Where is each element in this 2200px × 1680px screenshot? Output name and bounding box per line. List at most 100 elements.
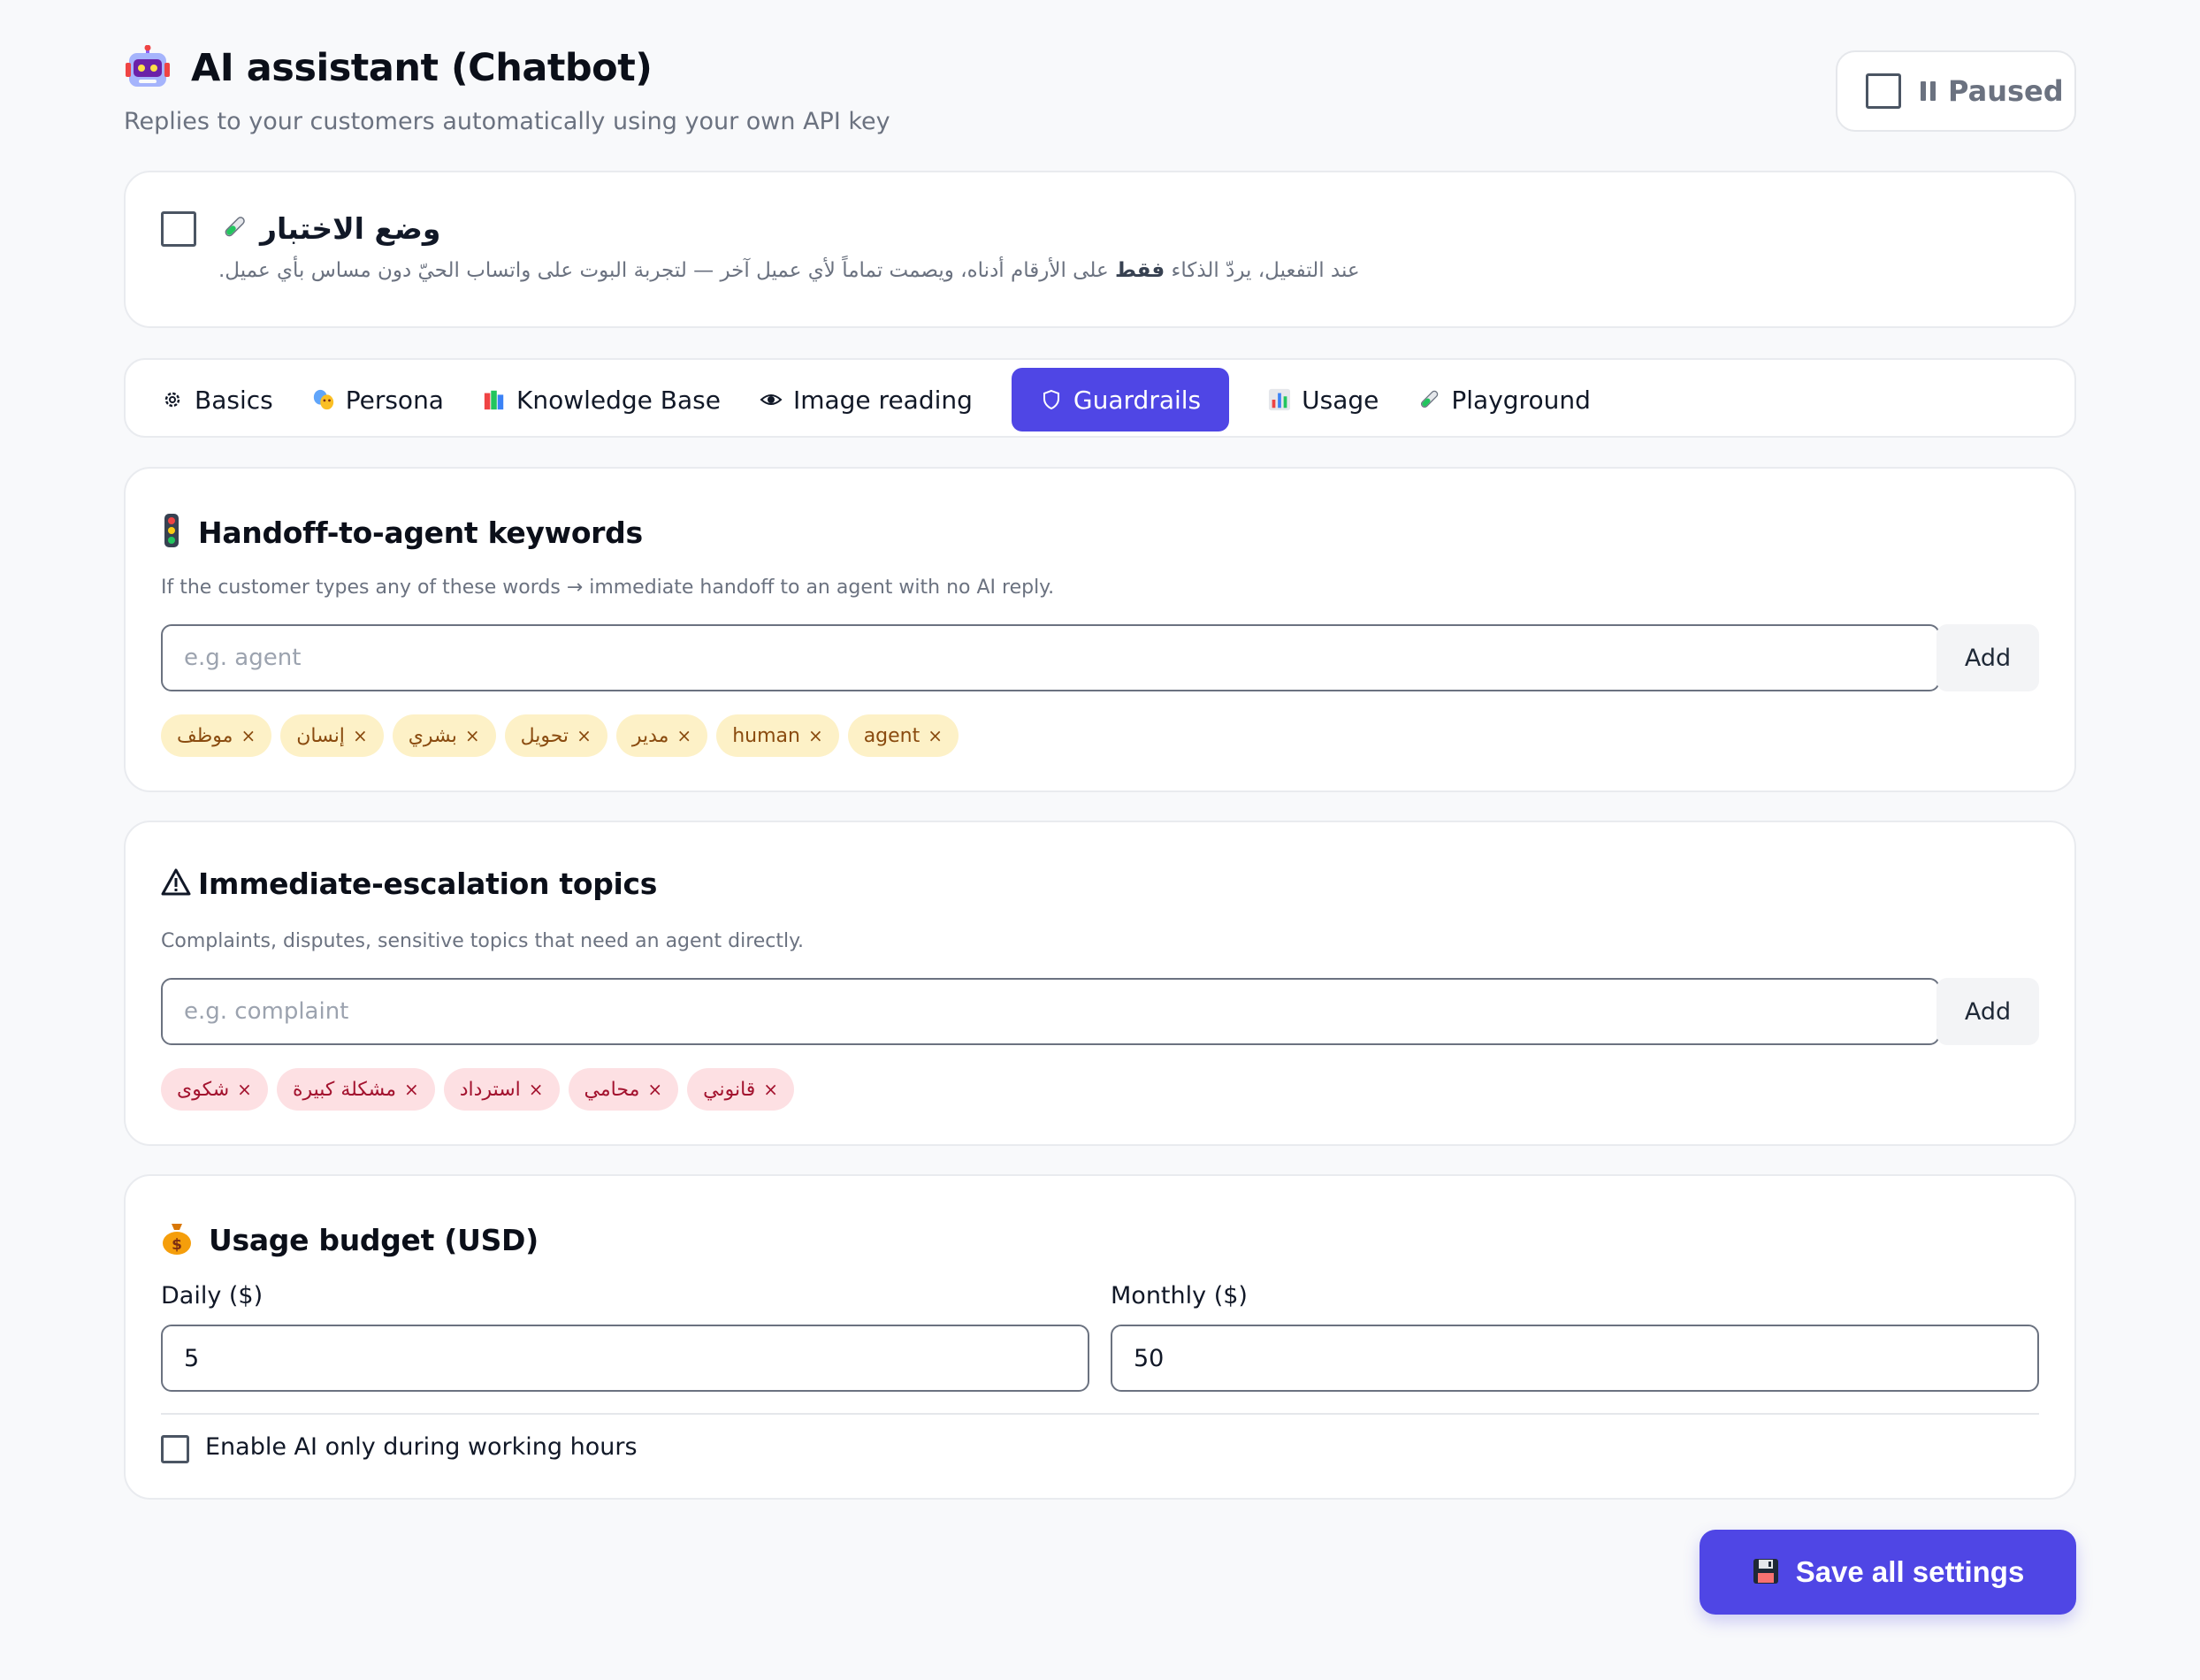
remove-chip-icon[interactable]: × <box>676 725 691 746</box>
tab-basics[interactable]: Basics <box>161 368 293 431</box>
add-handoff-keyword-button[interactable]: Add <box>1936 624 2039 691</box>
svg-text:$: $ <box>172 1236 182 1254</box>
chatbot-settings-page: AI assistant (Chatbot) Replies to your c… <box>124 0 2076 1615</box>
working-hours-label: Enable AI only during working hours <box>205 1433 638 1461</box>
chip-label: بشري <box>408 724 457 747</box>
tab-usage[interactable]: Usage <box>1249 368 1398 431</box>
test-mode-checkbox[interactable] <box>161 211 196 247</box>
tab-list: Basics Persona Knowledge Base Image read… <box>161 368 1610 431</box>
handoff-keywords-card: Handoff-to-agent keywords If the custome… <box>124 467 2076 792</box>
eye-icon <box>760 388 783 411</box>
title-row: AI assistant (Chatbot) <box>124 44 653 92</box>
robot-icon <box>124 44 172 92</box>
keyword-chip: موظف × <box>161 714 272 757</box>
handoff-keyword-chips: موظف × إنسان × بشري × تحويل × مدير × human × a… <box>161 714 959 757</box>
page-subtitle: Replies to your customers automatically … <box>124 108 890 135</box>
daily-budget-input[interactable] <box>161 1325 1089 1392</box>
traffic-light-icon <box>161 513 182 552</box>
remove-chip-icon[interactable]: × <box>404 1079 419 1100</box>
chip-label: إنسان <box>296 724 345 747</box>
save-label: Save all settings <box>1795 1555 2025 1588</box>
test-mode-title-row: وضع الاختبار <box>221 211 440 246</box>
desc-part-1: عند التفعيل، يردّ الذكاء <box>1165 259 1360 282</box>
chip-label: agent <box>863 724 920 747</box>
theater-masks-icon <box>312 388 335 411</box>
pause-icon <box>1921 81 1936 101</box>
chip-label: تحويل <box>520 724 569 747</box>
escalation-topic-chips: شكوى × مشكلة كبيرة × استرداد × محامي × قانون… <box>161 1068 795 1111</box>
tab-persona[interactable]: Persona <box>293 368 463 431</box>
remove-chip-icon[interactable]: × <box>465 725 480 746</box>
tab-label: Guardrails <box>1073 385 1202 415</box>
tab-label: Image reading <box>792 385 973 415</box>
remove-chip-icon[interactable]: × <box>808 725 823 746</box>
topic-chip: استرداد × <box>443 1068 560 1111</box>
desc-part-2: على الأرقام أدناه، ويصمت تماماً لأي عميل… <box>218 259 1115 282</box>
tab-playground[interactable]: Playground <box>1398 368 1609 431</box>
budget-title: Usage budget (USD) <box>209 1222 539 1257</box>
chip-label: محامي <box>584 1078 640 1101</box>
escalation-title-row: Immediate-escalation topics <box>161 867 657 901</box>
keyword-chip: بشري × <box>392 714 496 757</box>
chip-label: مدير <box>631 724 669 747</box>
topic-chip: محامي × <box>568 1068 679 1111</box>
keyword-chip: إنسان × <box>280 714 384 757</box>
tab-label: Knowledge Base <box>516 385 721 415</box>
tab-knowledge-base[interactable]: Knowledge Base <box>463 368 740 431</box>
floppy-disk-icon <box>1752 1557 1780 1588</box>
remove-chip-icon[interactable]: × <box>647 1079 662 1100</box>
chip-label: شكوى <box>177 1078 230 1101</box>
remove-chip-icon[interactable]: × <box>237 1079 252 1100</box>
topic-chip: شكوى × <box>161 1068 268 1111</box>
handoff-title: Handoff-to-agent keywords <box>198 515 643 550</box>
gear-icon <box>161 388 184 411</box>
handoff-keyword-input[interactable] <box>161 624 1940 691</box>
escalation-title: Immediate-escalation topics <box>198 867 658 901</box>
chip-label: قانوني <box>703 1078 756 1101</box>
test-mode-description: عند التفعيل، يردّ الذكاء فقط على الأرقام… <box>218 259 1360 282</box>
tab-guardrails[interactable]: Guardrails <box>1011 368 1230 431</box>
bar-chart-icon <box>1268 388 1291 411</box>
keyword-chip: agent × <box>847 714 959 757</box>
pause-toggle[interactable]: Paused <box>1836 50 2076 132</box>
usage-budget-card: $ Usage budget (USD) Daily ($) Monthly (… <box>124 1174 2076 1500</box>
shield-icon <box>1040 388 1063 411</box>
tab-image-reading[interactable]: Image reading <box>740 368 992 431</box>
remove-chip-icon[interactable]: × <box>241 725 256 746</box>
monthly-budget-input[interactable] <box>1111 1325 2039 1392</box>
test-mode-title: وضع الاختبار <box>260 211 441 246</box>
keyword-chip: human × <box>716 714 839 757</box>
working-hours-checkbox[interactable] <box>161 1435 189 1463</box>
tabs-bar: Basics Persona Knowledge Base Image read… <box>124 358 2076 438</box>
status-text: Paused <box>1948 74 2064 108</box>
remove-chip-icon[interactable]: × <box>353 725 368 746</box>
chip-label: استرداد <box>459 1078 521 1101</box>
tab-label: Persona <box>345 385 444 415</box>
topic-chip: مشكلة كبيرة × <box>276 1068 435 1111</box>
chip-label: human <box>732 724 800 747</box>
remove-chip-icon[interactable]: × <box>763 1079 778 1100</box>
tab-label: Playground <box>1451 385 1591 415</box>
divider <box>161 1413 2039 1415</box>
keyword-chip: تحويل × <box>504 714 607 757</box>
pause-checkbox[interactable] <box>1866 73 1901 109</box>
test-mode-card: وضع الاختبار عند التفعيل، يردّ الذكاء فق… <box>124 171 2076 328</box>
handoff-title-row: Handoff-to-agent keywords <box>161 513 643 552</box>
daily-budget-label: Daily ($) <box>161 1282 264 1310</box>
desc-bold: فقط <box>1115 259 1165 282</box>
warning-icon <box>161 867 191 901</box>
money-bag-icon: $ <box>161 1220 193 1259</box>
remove-chip-icon[interactable]: × <box>928 725 943 746</box>
escalation-description: Complaints, disputes, sensitive topics t… <box>161 930 804 952</box>
tab-label: Usage <box>1302 385 1379 415</box>
remove-chip-icon[interactable]: × <box>577 725 592 746</box>
keyword-chip: مدير × <box>615 714 708 757</box>
test-tube-icon <box>221 214 248 244</box>
monthly-budget-label: Monthly ($) <box>1111 1282 1248 1310</box>
save-all-settings-button[interactable]: Save all settings <box>1700 1530 2076 1615</box>
remove-chip-icon[interactable]: × <box>529 1079 544 1100</box>
add-escalation-topic-button[interactable]: Add <box>1936 978 2039 1045</box>
chip-label: موظف <box>177 724 233 747</box>
escalation-topic-input[interactable] <box>161 978 1940 1045</box>
page-header: AI assistant (Chatbot) Replies to your c… <box>124 0 2076 172</box>
